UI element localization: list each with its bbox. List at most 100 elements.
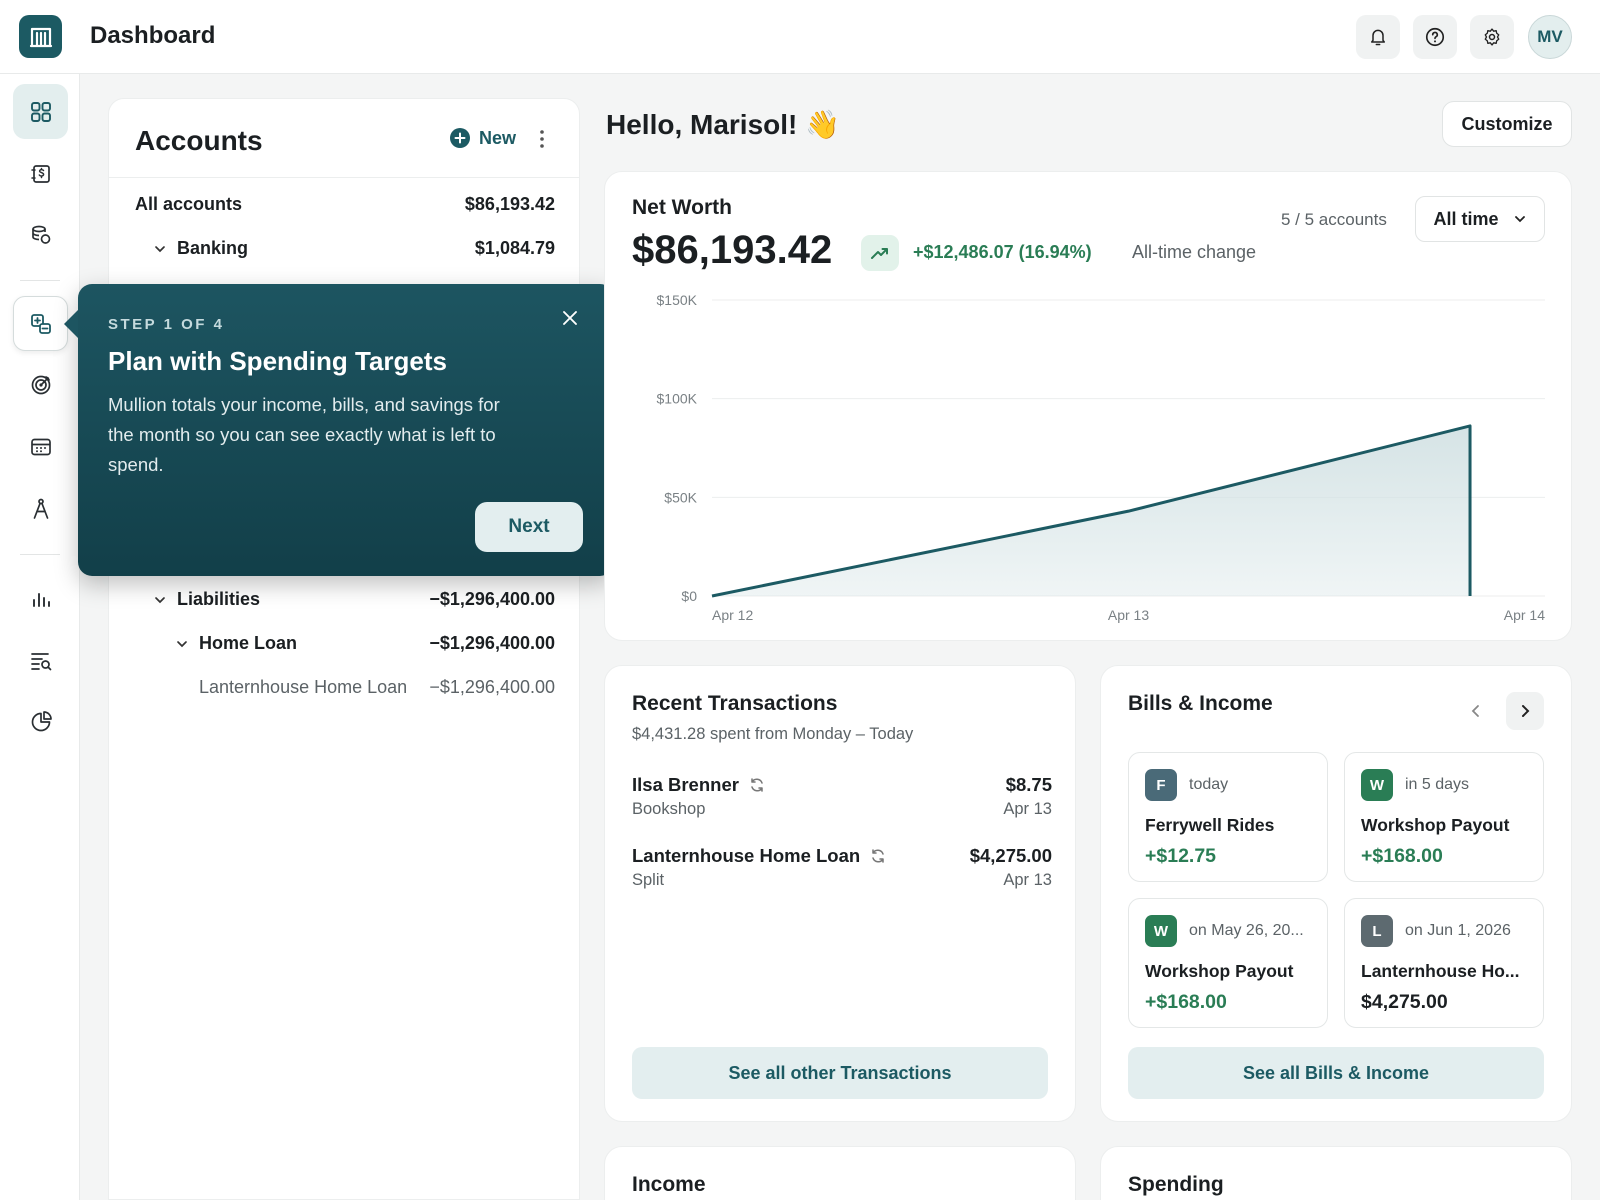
chevron-down-icon[interactable]	[153, 242, 167, 256]
account-label: Liabilities	[177, 589, 261, 609]
new-account-button[interactable]: New	[449, 127, 516, 149]
account-row-home-loan[interactable]: Home Loan −$1,296,400.00	[135, 633, 555, 654]
greeting: Hello, Marisol! 👋	[606, 109, 841, 140]
pie-icon	[31, 710, 52, 731]
notifications-button[interactable]	[1356, 15, 1400, 59]
account-amount: −$1,296,400.00	[429, 677, 555, 697]
avatar[interactable]: MV	[1528, 15, 1572, 59]
bill-name: Lanternhouse Ho...	[1361, 961, 1520, 981]
bill-amount: +$168.00	[1361, 845, 1443, 867]
close-icon	[563, 311, 577, 325]
chevron-down-icon[interactable]	[153, 593, 167, 607]
see-all-bills-button[interactable]: See all Bills & Income	[1128, 1047, 1544, 1099]
sidebar-item-reports[interactable]	[13, 571, 68, 626]
account-amount: $86,193.42	[464, 194, 555, 214]
bill-due: on May 26, 20...	[1189, 922, 1304, 939]
app-logo[interactable]	[19, 15, 62, 58]
spending-title: Spending	[1128, 1173, 1224, 1196]
transaction-amount: $8.75	[1005, 774, 1052, 795]
transaction-row[interactable]: Ilsa Brenner Bookshop $8.75 Apr 13	[632, 774, 1052, 824]
net-worth-change-label: All-time change	[1132, 242, 1257, 262]
recent-transactions-card: Recent Transactions $4,431.28 spent from…	[604, 665, 1076, 1122]
x-tick-label: Apr 12	[712, 607, 753, 623]
net-worth-value: $86,193.42	[632, 228, 833, 272]
net-worth-chart: $0 $50K $100K $150K Apr 12 Apr 13 Apr 14	[657, 292, 1546, 623]
accounts-panel: Accounts New All accounts $86,193.42 Ban…	[108, 98, 580, 1200]
bills-next-button[interactable]	[1506, 692, 1544, 730]
sidebar-divider	[20, 554, 60, 555]
x-tick-label: Apr 14	[1504, 607, 1545, 623]
account-row-all[interactable]: All accounts $86,193.42	[135, 194, 555, 215]
sidebar-item-accounts[interactable]	[13, 207, 68, 262]
bill-tile[interactable]: W in 5 days Workshop Payout +$168.00	[1344, 752, 1544, 882]
customize-button[interactable]: Customize	[1442, 101, 1572, 147]
account-label: Lanternhouse Home Loan	[199, 677, 408, 697]
logo-icon	[29, 27, 52, 47]
bill-badge: W	[1361, 769, 1393, 801]
accounts-menu-button[interactable]	[539, 129, 545, 154]
net-worth-change: +$12,486.07 (16.94%)	[913, 242, 1092, 262]
bill-tile[interactable]: F today Ferrywell Rides +$12.75	[1128, 752, 1328, 882]
bill-tile[interactable]: W on May 26, 20... Workshop Payout +$168…	[1128, 898, 1328, 1028]
accounts-title: Accounts	[135, 125, 263, 156]
sidebar-item-goals[interactable]	[13, 357, 68, 412]
bill-badge: L	[1361, 915, 1393, 947]
bills-income-card: Bills & Income F today Ferrywell Rides +…	[1100, 665, 1572, 1122]
transaction-amount: $4,275.00	[969, 845, 1052, 866]
settings-button[interactable]	[1470, 15, 1514, 59]
spending-card: Spending	[1100, 1146, 1572, 1200]
tour-next-button[interactable]: Next	[475, 502, 583, 552]
transaction-date: Apr 13	[1003, 871, 1052, 889]
tour-body: Mullion totals your income, bills, and s…	[108, 394, 500, 475]
list-search-icon	[30, 652, 51, 670]
tour-close-button[interactable]	[562, 310, 578, 331]
account-row-banking[interactable]: Banking $1,084.79	[135, 238, 555, 259]
chevron-down-icon[interactable]	[175, 637, 189, 651]
new-account-label: New	[479, 127, 517, 148]
bell-icon	[1371, 29, 1385, 46]
target-icon	[31, 375, 50, 394]
y-tick-label: $50K	[664, 489, 697, 505]
bill-due: on Jun 1, 2026	[1405, 922, 1511, 939]
account-label: Home Loan	[199, 633, 298, 653]
tour-popover: STEP 1 OF 4 Plan with Spending Targets M…	[64, 284, 614, 576]
bill-amount: +$168.00	[1145, 991, 1227, 1013]
sidebar-item-search[interactable]	[13, 633, 68, 688]
account-row-liabilities[interactable]: Liabilities −$1,296,400.00	[135, 589, 555, 610]
transaction-category: Bookshop	[632, 800, 706, 818]
bill-badge: F	[1145, 769, 1177, 801]
time-range-select[interactable]: All time	[1415, 196, 1545, 242]
sidebar-item-spending-targets[interactable]	[13, 296, 68, 351]
account-label: All accounts	[135, 194, 243, 214]
transactions-title: Recent Transactions	[632, 692, 838, 715]
plan-icon	[30, 313, 51, 334]
sidebar-item-insights[interactable]	[13, 694, 68, 749]
series-area	[712, 425, 1471, 596]
tour-title: Plan with Spending Targets	[108, 346, 447, 376]
bills-prev-button[interactable]	[1457, 692, 1495, 730]
page-title: Dashboard	[90, 22, 216, 49]
transaction-name: Lanternhouse Home Loan	[632, 845, 861, 866]
see-all-transactions-button[interactable]: See all other Transactions	[632, 1047, 1048, 1099]
sidebar-item-dashboard[interactable]	[13, 84, 68, 139]
sidebar-item-transactions[interactable]	[13, 146, 68, 201]
sidebar-item-recurring[interactable]	[13, 419, 68, 474]
chevron-down-icon	[1514, 216, 1525, 223]
tour-pointer	[64, 310, 78, 338]
help-button[interactable]	[1413, 15, 1457, 59]
tour-step: STEP 1 OF 4	[108, 316, 225, 333]
transactions-subtitle: $4,431.28 spent from Monday – Today	[632, 725, 914, 743]
x-tick-label: Apr 13	[1108, 607, 1149, 623]
bill-tile[interactable]: L on Jun 1, 2026 Lanternhouse Ho... $4,2…	[1344, 898, 1544, 1028]
y-tick-label: $150K	[657, 292, 698, 308]
bill-name: Workshop Payout	[1145, 961, 1294, 981]
transaction-row[interactable]: Lanternhouse Home Loan Split $4,275.00 A…	[632, 845, 1052, 895]
income-title: Income	[632, 1173, 706, 1196]
bill-badge: W	[1145, 915, 1177, 947]
help-icon	[1425, 27, 1445, 47]
account-row-lanternhouse[interactable]: Lanternhouse Home Loan −$1,296,400.00	[135, 677, 555, 698]
income-card: Income	[604, 1146, 1076, 1200]
bill-name: Ferrywell Rides	[1145, 815, 1275, 835]
sidebar-item-advisor[interactable]	[13, 481, 68, 536]
chevron-right-icon	[1522, 705, 1530, 717]
